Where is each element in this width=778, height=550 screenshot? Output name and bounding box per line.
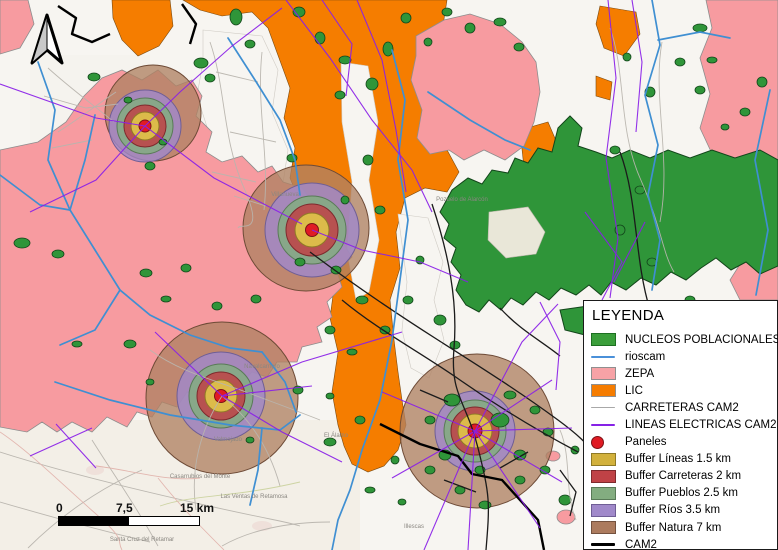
legend-item: Paneles [591, 434, 771, 451]
legend-swatch-fill-icon [591, 333, 617, 346]
basemap-place-label: Pozuelo de Alarcón [436, 197, 488, 203]
legend-swatch-line-icon [591, 356, 617, 358]
legend-swatch-fill-icon [591, 487, 617, 500]
basemap-place-label: Santa Cruz del Retamar [110, 537, 174, 543]
legend-item: Buffer Carreteras 2 km [591, 468, 771, 485]
legend-item: rioscam [591, 348, 771, 365]
legend-item: LINEAS ELECTRICAS CAM2 [591, 416, 771, 433]
scale-bar: 0 7,5 15 km [58, 501, 228, 526]
legend-item-label: LINEAS ELECTRICAS CAM2 [625, 419, 776, 431]
legend-item-label: rioscam [625, 351, 665, 363]
scale-bar-labels: 0 7,5 15 km [58, 501, 228, 516]
legend-item-label: ZEPA [625, 368, 654, 380]
legend-item-label: Paneles [625, 436, 667, 448]
map-canvas: Villanueva Pozuelo de Alarcón Navalcarnero… [0, 0, 778, 550]
legend-title: LEYENDA [592, 307, 771, 324]
legend-item-label: Buffer Pueblos 2.5 km [625, 487, 738, 499]
basemap-place-label: El Álamo [324, 432, 349, 439]
legend-item-label: CAM2 [625, 539, 657, 550]
legend-item-label: Buffer Natura 7 km [625, 522, 721, 534]
scale-label-end: 15 km [180, 501, 214, 515]
legend-item: Buffer Pueblos 2.5 km [591, 485, 771, 502]
legend-item-label: Buffer Ríos 3.5 km [625, 504, 720, 516]
basemap-place-label: Casarrubios del Monte [170, 474, 231, 480]
scale-bar-graphic [58, 516, 200, 526]
legend-item-label: Buffer Carreteras 2 km [625, 470, 741, 482]
legend-item: ZEPA [591, 365, 771, 382]
legend-swatch-fill-icon [591, 504, 617, 517]
legend-item: CAM2 [591, 536, 771, 550]
legend-swatch-fill-icon [591, 453, 617, 466]
basemap-place-label: Illescas [404, 524, 424, 530]
legend-swatch-line-icon [591, 543, 617, 546]
legend-item: Buffer Natura 7 km [591, 519, 771, 536]
legend-item-label: Buffer Líneas 1.5 km [625, 453, 731, 465]
legend-swatch-fill-icon [591, 521, 617, 534]
legend-item: Buffer Ríos 3.5 km [591, 502, 771, 519]
legend-item-label: NUCLEOS POBLACIONALES CAM2 [625, 334, 778, 346]
legend-swatch-fill-icon [591, 367, 617, 380]
basemap-place-label: Navalcarnero [244, 364, 280, 370]
legend-swatch-line-icon [591, 424, 617, 426]
legend-item: LIC [591, 382, 771, 399]
legend: LEYENDA NUCLEOS POBLACIONALES CAM2 riosca… [583, 300, 778, 550]
legend-swatch-line-icon [591, 407, 617, 408]
legend-items: NUCLEOS POBLACIONALES CAM2 rioscam ZEPA LIC… [591, 331, 771, 550]
basemap-place-label: Las Ventas de Retamosa [220, 494, 288, 500]
legend-item-label: CARRETERAS CAM2 [625, 402, 739, 414]
legend-item: NUCLEOS POBLACIONALES CAM2 [591, 331, 771, 348]
scale-label-0: 0 [56, 501, 63, 515]
legend-item: Buffer Líneas 1.5 km [591, 451, 771, 468]
basemap-place-label: Valmojado [214, 437, 243, 443]
legend-swatch-point-icon [591, 436, 617, 449]
legend-swatch-fill-icon [591, 470, 617, 483]
scale-label-mid: 7,5 [116, 501, 133, 515]
basemap-place-label: Villanueva [271, 192, 299, 198]
legend-swatch-fill-icon [591, 384, 617, 397]
legend-item-label: LIC [625, 385, 643, 397]
legend-item: CARRETERAS CAM2 [591, 399, 771, 416]
